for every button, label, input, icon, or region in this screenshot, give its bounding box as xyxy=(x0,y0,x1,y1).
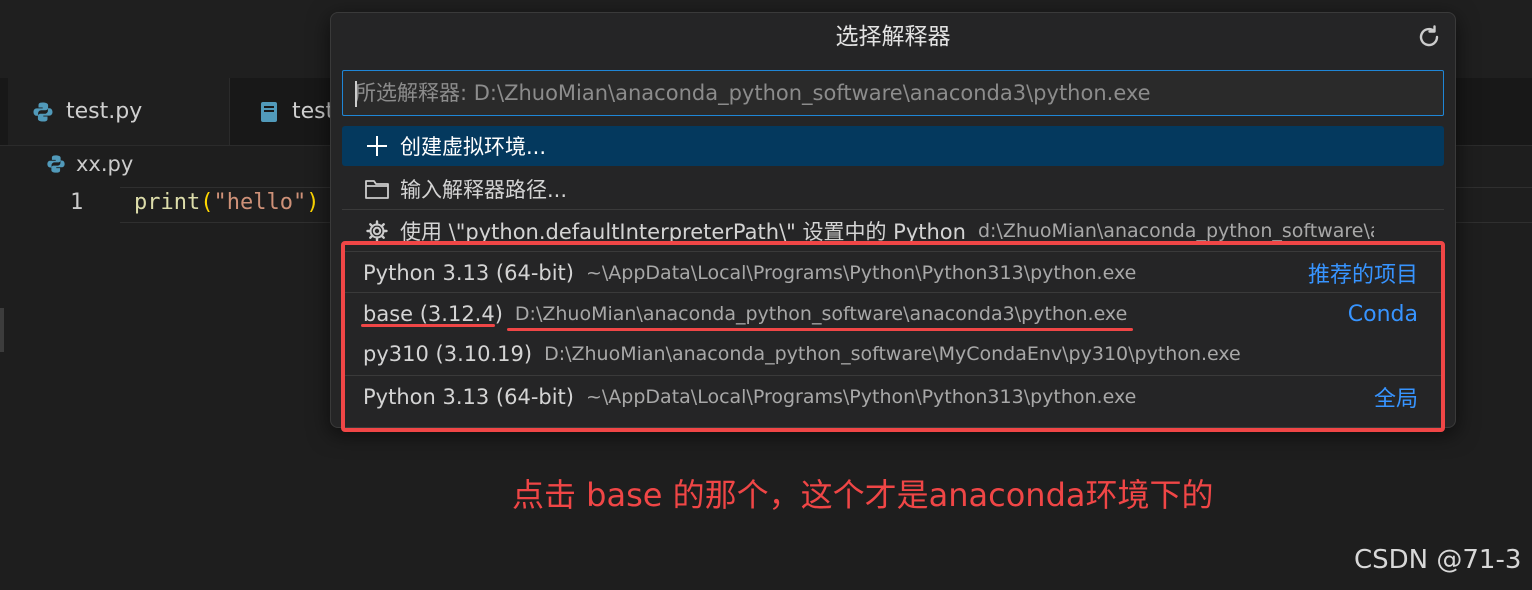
line-number: 1 xyxy=(70,190,84,215)
refresh-icon[interactable] xyxy=(1415,23,1443,51)
code-function: print xyxy=(134,190,201,215)
tab-test-py[interactable]: test.py xyxy=(8,78,230,145)
separator xyxy=(342,209,1444,210)
quick-pick-title: 选择解释器 xyxy=(835,24,951,50)
enter-path-item[interactable]: 输入解释器路径... xyxy=(342,169,1444,209)
python-icon xyxy=(32,101,54,123)
code-line[interactable]: print("hello") xyxy=(134,190,319,215)
breadcrumb[interactable]: xx.py xyxy=(46,152,133,176)
annotation-underline xyxy=(361,324,495,327)
code-paren-open: ( xyxy=(200,190,214,215)
python-icon xyxy=(46,154,66,174)
scroll-indicator xyxy=(0,308,4,352)
text-caret xyxy=(355,81,357,107)
annotation-highlight-box xyxy=(341,241,1445,432)
breadcrumb-label: xx.py xyxy=(76,152,134,176)
search-field[interactable] xyxy=(343,71,1443,115)
notebook-icon xyxy=(258,101,280,123)
default-interpreter-path: d:\ZhuoMian\anaconda_python_software\ana… xyxy=(977,220,1374,242)
plus-icon xyxy=(364,133,390,159)
enter-path-label: 输入解释器路径... xyxy=(400,178,568,202)
code-string: "hello" xyxy=(213,190,307,215)
create-venv-label: 创建虚拟环境... xyxy=(400,135,547,159)
annotation-underline xyxy=(507,328,1133,331)
watermark: CSDN @71-3 xyxy=(1354,545,1522,575)
tab-label: test xyxy=(292,99,335,124)
create-venv-item[interactable]: 创建虚拟环境... xyxy=(342,126,1444,166)
code-paren-close: ) xyxy=(306,190,320,215)
tab-label: test.py xyxy=(66,99,143,124)
annotation-note: 点击 base 的那个，这个才是anaconda环境下的 xyxy=(512,476,1214,514)
interpreter-search-input[interactable] xyxy=(342,70,1444,116)
folder-icon xyxy=(364,176,390,202)
